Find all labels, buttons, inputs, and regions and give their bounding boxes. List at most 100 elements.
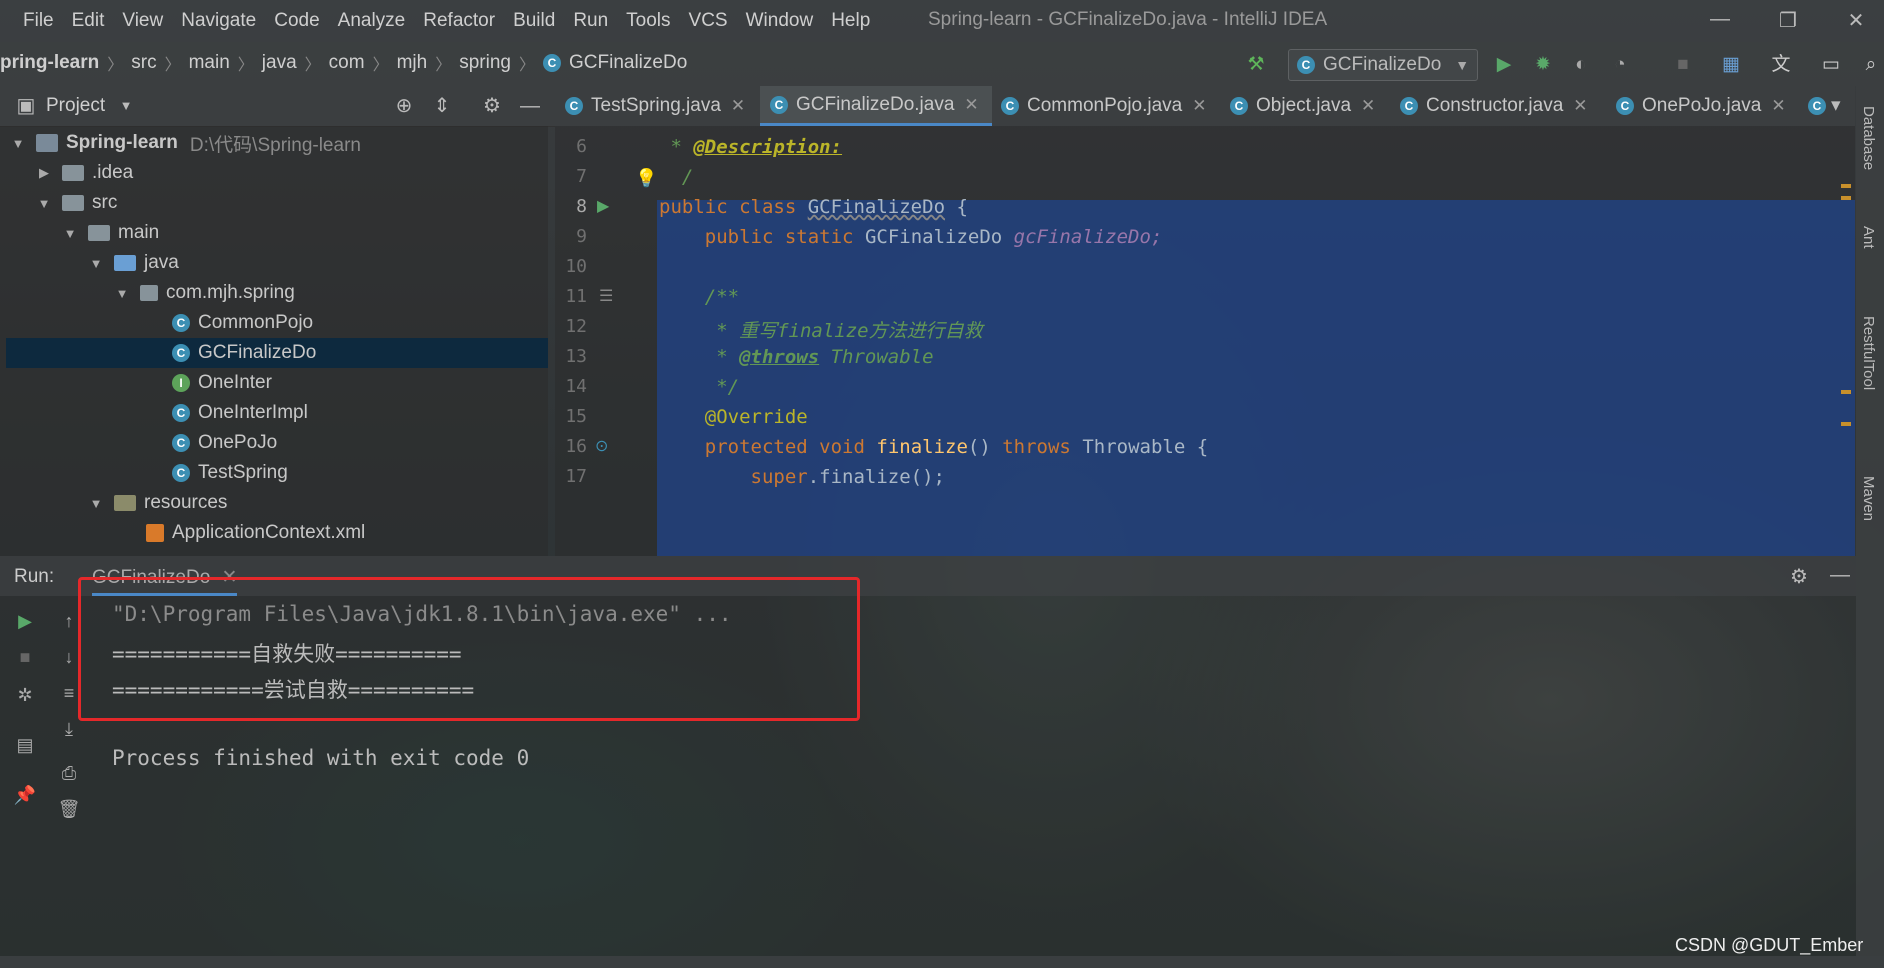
layout-icon[interactable]: ▤ <box>12 732 38 758</box>
rerun-icon[interactable]: ▶ <box>12 608 38 634</box>
tree-item-src[interactable]: ▼ src <box>36 188 118 218</box>
module-icon <box>36 134 58 152</box>
expand-arrow-icon[interactable]: ▼ <box>114 286 130 301</box>
tab-commonpojo[interactable]: C CommonPojo.java ✕ <box>1001 86 1207 126</box>
build-hammer-icon[interactable]: ⚒ <box>1243 52 1269 78</box>
code-editor[interactable]: 6 7 8 9 10 11 12 13 14 15 16 17 ▶ ☰ ⊙ 💡 … <box>555 126 1855 556</box>
lightbulb-icon[interactable]: 💡 <box>635 168 657 189</box>
tree-item-package[interactable]: ▼ com.mjh.spring <box>114 278 295 308</box>
menu-window[interactable]: Window <box>737 10 823 32</box>
menu-edit[interactable]: Edit <box>63 10 114 32</box>
tab-testspring[interactable]: C TestSpring.java ✕ <box>565 86 745 126</box>
menu-code[interactable]: Code <box>265 10 328 32</box>
close-tab-icon[interactable]: ✕ <box>1771 96 1785 116</box>
presentation-icon[interactable]: ▭ <box>1818 52 1844 78</box>
print-icon[interactable]: ⎙ <box>56 760 82 786</box>
menu-navigate[interactable]: Navigate <box>172 10 265 32</box>
tree-item-oneinterimpl[interactable]: C OneInterImpl <box>172 398 308 428</box>
stop-icon[interactable]: ■ <box>1670 52 1696 78</box>
menu-run[interactable]: Run <box>564 10 617 32</box>
run-icon[interactable]: ▶ <box>1491 52 1517 78</box>
tree-item-oneinter[interactable]: I OneInter <box>172 368 272 398</box>
profiler-icon[interactable]: ◔ <box>1607 52 1633 78</box>
minimize-icon[interactable]: — <box>1707 8 1733 32</box>
expand-arrow-icon[interactable]: ▼ <box>36 196 52 211</box>
structure-gutter-icon[interactable]: ☰ <box>599 286 613 306</box>
restore-icon[interactable]: ❐ <box>1775 8 1801 32</box>
scroll-to-end-icon[interactable]: ⤓ <box>56 716 82 742</box>
breadcrumb-spring[interactable]: spring <box>459 52 511 74</box>
coverage-icon[interactable]: ◐ <box>1568 52 1594 78</box>
tree-item-resources[interactable]: ▼ resources <box>88 488 228 518</box>
close-tab-icon[interactable]: ✕ <box>731 96 745 116</box>
tree-item-idea[interactable]: ▶ .idea <box>36 158 133 188</box>
hide-panel-icon[interactable]: — <box>518 94 542 118</box>
tab-onepojo[interactable]: C OnePoJo.java ✕ <box>1616 86 1786 126</box>
expand-arrow-icon[interactable]: ▼ <box>88 496 104 511</box>
menu-tools[interactable]: Tools <box>617 10 679 32</box>
tree-item-java[interactable]: ▼ java <box>88 248 179 278</box>
restfultool-tool-tab[interactable]: RestfulTool <box>1860 316 1877 390</box>
menu-build[interactable]: Build <box>504 10 564 32</box>
close-tab-icon[interactable]: ✕ <box>1192 96 1206 116</box>
tab-gcfinalizedo[interactable]: C GCFinalizeDo.java ✕ <box>760 86 992 126</box>
menu-view[interactable]: View <box>113 10 172 32</box>
menu-help[interactable]: Help <box>822 10 879 32</box>
project-structure-icon[interactable]: ▦ <box>1718 52 1744 78</box>
search-icon[interactable]: ⌕ <box>1858 52 1884 78</box>
menu-file[interactable]: File <box>14 10 63 32</box>
pin-icon[interactable]: 📌 <box>12 782 38 808</box>
menu-refactor[interactable]: Refactor <box>414 10 504 32</box>
editor-scrollbar[interactable] <box>1841 126 1851 556</box>
expand-arrow-icon[interactable]: ▼ <box>62 226 78 241</box>
breadcrumb-main[interactable]: main <box>189 52 230 74</box>
tab-object[interactable]: C Object.java ✕ <box>1230 86 1375 126</box>
override-gutter-icon[interactable]: ⊙ <box>595 436 608 456</box>
close-tab-icon[interactable]: ✕ <box>1361 96 1375 116</box>
tree-item-applicationcontext[interactable]: ApplicationContext.xml <box>146 518 365 548</box>
translate-icon[interactable]: 文 <box>1768 52 1794 78</box>
chevron-down-icon[interactable]: ▼ <box>114 94 138 118</box>
tabs-overflow-chevron-icon[interactable]: ▾ <box>1831 94 1841 117</box>
code-token: .finalize(); <box>807 466 945 488</box>
breadcrumb-src[interactable]: src <box>131 52 156 74</box>
collapse-all-icon[interactable]: ⇕ <box>430 94 454 118</box>
tree-item-testspring[interactable]: C TestSpring <box>172 458 288 488</box>
locate-icon[interactable]: ⊕ <box>392 94 416 118</box>
tree-item-onepojo[interactable]: C OnePoJo <box>172 428 277 458</box>
tree-item-commonpojo[interactable]: C CommonPojo <box>172 308 313 338</box>
gear-icon[interactable]: ⚙ <box>480 94 504 118</box>
close-tab-icon[interactable]: ✕ <box>964 95 978 115</box>
close-tab-icon[interactable]: ✕ <box>1573 96 1587 116</box>
gear-icon[interactable]: ⚙ <box>1790 564 1808 589</box>
menu-vcs[interactable]: VCS <box>680 10 737 32</box>
tree-item-gcfinalizedo[interactable]: C GCFinalizeDo <box>6 338 548 368</box>
project-panel-title[interactable]: Project <box>46 95 105 117</box>
breadcrumb-com[interactable]: com <box>329 52 365 74</box>
expand-arrow-icon[interactable]: ▼ <box>10 136 26 151</box>
code-token: gcFinalizeDo; <box>1013 226 1163 248</box>
expand-arrow-icon[interactable]: ▶ <box>36 165 52 181</box>
expand-arrow-icon[interactable]: ▼ <box>88 256 104 271</box>
tree-item-label: GCFinalizeDo <box>198 342 317 363</box>
tree-item-main[interactable]: ▼ main <box>62 218 160 248</box>
breadcrumb-mjh[interactable]: mjh <box>397 52 428 74</box>
tree-item-project-root[interactable]: ▼ Spring-learn D:\代码\Spring-learn <box>10 128 361 158</box>
debug-icon[interactable]: ✹ <box>1530 52 1556 78</box>
line-gutter: 6 7 8 9 10 11 12 13 14 15 16 17 ▶ ☰ ⊙ 💡 <box>555 126 657 556</box>
maven-tool-tab[interactable]: Maven <box>1860 476 1877 521</box>
hide-panel-icon[interactable]: — <box>1830 564 1850 587</box>
run-gutter-icon[interactable]: ▶ <box>597 196 609 216</box>
tab-constructor[interactable]: C Constructor.java ✕ <box>1400 86 1588 126</box>
close-window-icon[interactable]: ✕ <box>1843 8 1869 32</box>
debug-settings-icon[interactable]: ✲ <box>12 682 38 708</box>
breadcrumb-project[interactable]: pring-learn <box>0 52 99 74</box>
run-configuration-select[interactable]: C GCFinalizeDo ▼ <box>1288 49 1478 81</box>
breadcrumb-java[interactable]: java <box>262 52 297 74</box>
trash-icon[interactable]: 🗑 <box>56 796 82 822</box>
stop-icon[interactable]: ■ <box>12 644 38 670</box>
breadcrumb-class[interactable]: GCFinalizeDo <box>569 52 687 74</box>
database-tool-tab[interactable]: Database <box>1860 106 1877 170</box>
menu-analyze[interactable]: Analyze <box>329 10 415 32</box>
ant-tool-tab[interactable]: Ant <box>1860 226 1877 249</box>
